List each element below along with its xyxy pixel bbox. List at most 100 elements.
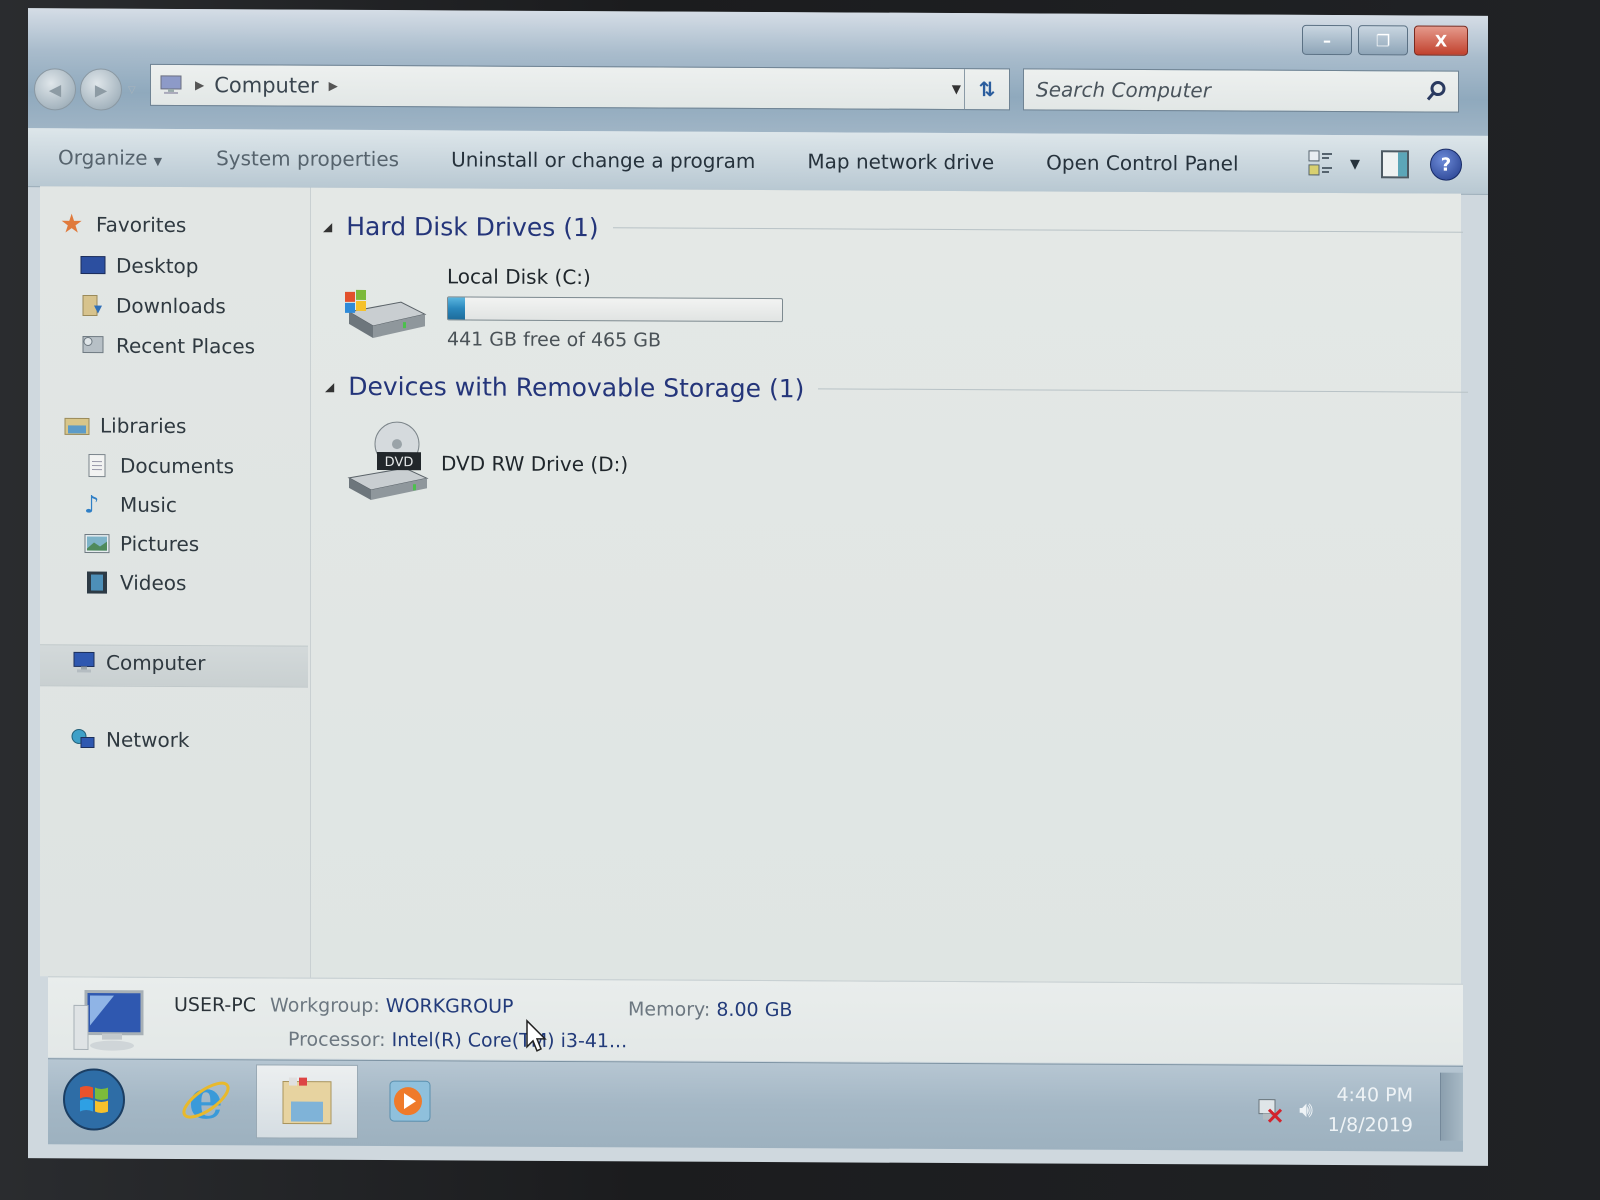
recent-places-icon	[82, 335, 104, 354]
details-pane: USER-PC Workgroup: WORKGROUP Memory: 8.0…	[48, 976, 1463, 1065]
start-button[interactable]	[56, 1063, 132, 1135]
dvd-drive-icon: DVD	[347, 421, 429, 500]
sidebar-item-favorites[interactable]: ★ Favorites	[60, 209, 186, 239]
group-header-removable-storage[interactable]: ◢ Devices with Removable Storage (1)	[325, 372, 1469, 407]
taskbar-windows-explorer[interactable]	[256, 1064, 358, 1139]
screen: – ❐ X ◀ ▶ ▽ ▶ Computer ▶ ▼ ⇅ Search Comp…	[28, 8, 1488, 1166]
search-box[interactable]	[1023, 68, 1459, 113]
mouse-cursor-icon	[526, 1018, 547, 1052]
navigation-pane: ★ Favorites Desktop Downloads Recent Pla…	[40, 186, 311, 978]
pictures-label: Pictures	[120, 531, 200, 557]
taskbar-media-player[interactable]	[370, 1065, 450, 1137]
group-header-hard-disk-drives[interactable]: ◢ Hard Disk Drives (1)	[323, 212, 1463, 247]
sidebar-item-recent-places[interactable]: Recent Places	[80, 333, 255, 358]
videos-label: Videos	[120, 570, 187, 596]
sidebar-item-desktop[interactable]: Desktop	[80, 253, 198, 278]
command-bar: Organize ▼ System properties Uninstall or…	[28, 128, 1488, 195]
view-options-icon	[1308, 150, 1332, 176]
sidebar-item-pictures[interactable]: Pictures	[84, 531, 199, 556]
documents-label: Documents	[120, 453, 235, 479]
drive-dvd-rw-d[interactable]: DVD DVD RW Drive (D:)	[343, 418, 628, 509]
sidebar-item-videos[interactable]: Videos	[84, 570, 186, 595]
documents-icon	[88, 453, 106, 478]
workgroup-label: Workgroup:	[270, 994, 380, 1018]
clock[interactable]: 4:40 PM 1/8/2019	[1328, 1080, 1413, 1140]
show-desktop-button[interactable]	[1440, 1072, 1463, 1141]
drive-name: DVD RW Drive (D:)	[441, 451, 629, 477]
disk-usage-bar	[447, 296, 783, 323]
recent-places-label: Recent Places	[116, 333, 256, 359]
breadcrumb-computer[interactable]: Computer	[214, 73, 318, 98]
address-bar[interactable]: ▶ Computer ▶ ▼ ⇅	[150, 63, 1010, 111]
forward-button[interactable]: ▶	[80, 68, 122, 111]
content-pane: ◢ Hard Disk Drives (1) Local Disk (C:) 4…	[311, 187, 1469, 984]
drive-name: Local Disk (C:)	[447, 264, 591, 290]
close-button[interactable]: X	[1414, 25, 1468, 56]
sidebar-item-computer[interactable]: Computer	[70, 650, 205, 675]
sidebar-item-libraries[interactable]: Libraries	[64, 413, 186, 438]
recent-pages-dropdown[interactable]: ▽	[128, 84, 136, 95]
windows-logo-icon	[63, 1068, 125, 1131]
group-divider	[818, 388, 1469, 393]
navigation-buttons: ◀ ▶ ▽	[34, 68, 136, 111]
workgroup-value: WORKGROUP	[385, 995, 514, 1018]
memory-label: Memory:	[628, 998, 711, 1021]
organize-label: Organize	[58, 145, 148, 170]
downloads-icon	[82, 294, 102, 317]
clock-time: 4:40 PM	[1336, 1084, 1413, 1107]
processor-label: Processor:	[288, 1028, 386, 1052]
preview-pane-icon[interactable]	[1380, 149, 1410, 179]
libraries-icon	[64, 417, 90, 435]
search-input[interactable]	[1024, 76, 1422, 105]
dvd-badge: DVD	[385, 455, 414, 470]
system-properties-button[interactable]: System properties	[200, 146, 415, 171]
collapse-triangle-icon[interactable]: ◢	[325, 379, 334, 393]
sidebar-item-music[interactable]: ♪ Music	[84, 490, 177, 519]
computer-icon	[160, 75, 182, 94]
back-arrow-icon: ◀	[48, 79, 62, 99]
map-network-drive-button[interactable]: Map network drive	[791, 149, 1010, 174]
media-player-icon	[389, 1080, 431, 1122]
memory-value: 8.00 GB	[716, 998, 793, 1022]
pictures-icon	[84, 533, 110, 554]
collapse-triangle-icon[interactable]: ◢	[323, 219, 332, 233]
forward-arrow-icon: ▶	[94, 80, 108, 100]
drive-local-disk-c[interactable]: Local Disk (C:) 441 GB free of 465 GB	[341, 264, 783, 352]
computer-name: USER-PC	[174, 993, 256, 1017]
restore-button[interactable]: ❐	[1358, 25, 1408, 56]
search-icon[interactable]	[1422, 77, 1450, 105]
libraries-label: Libraries	[100, 413, 187, 439]
address-dropdown-icon[interactable]: ▼	[952, 69, 961, 109]
uninstall-program-button[interactable]: Uninstall or change a program	[435, 147, 771, 173]
refresh-icon[interactable]: ⇅	[964, 69, 1009, 110]
organize-button[interactable]: Organize ▼	[42, 145, 178, 170]
chevron-down-icon: ▼	[1350, 156, 1360, 172]
taskbar: e 🔊︎ 4:40 PM 1/8/2019	[48, 1058, 1463, 1152]
back-button[interactable]: ◀	[34, 68, 76, 111]
videos-icon	[87, 571, 107, 594]
group-label: Hard Disk Drives (1)	[346, 211, 599, 243]
hard-drive-icon	[345, 289, 427, 338]
title-bar: – ❐ X ◀ ▶ ▽ ▶ Computer ▶ ▼ ⇅	[28, 8, 1488, 136]
breadcrumb-separator-icon[interactable]: ▶	[329, 79, 338, 93]
system-tray: 🔊︎	[1255, 1096, 1313, 1124]
group-divider	[612, 227, 1463, 233]
change-view-button[interactable]: ▼	[1308, 149, 1360, 179]
chevron-down-icon: ▼	[153, 154, 163, 168]
computer-icon	[73, 651, 95, 673]
downloads-label: Downloads	[116, 293, 226, 319]
clock-date: 1/8/2019	[1327, 1113, 1413, 1137]
breadcrumb-separator-icon[interactable]: ▶	[195, 78, 204, 92]
volume-icon[interactable]: 🔊︎	[1299, 1097, 1313, 1122]
music-icon: ♪	[84, 490, 100, 519]
taskbar-internet-explorer[interactable]: e	[164, 1064, 248, 1136]
desktop-label: Desktop	[116, 253, 199, 279]
help-icon[interactable]: ?	[1430, 148, 1462, 181]
open-control-panel-button[interactable]: Open Control Panel	[1030, 150, 1254, 176]
minimize-button[interactable]: –	[1302, 24, 1352, 56]
sidebar-item-network[interactable]: Network	[70, 727, 190, 752]
sidebar-item-documents[interactable]: Documents	[84, 453, 234, 478]
sidebar-item-downloads[interactable]: Downloads	[80, 293, 226, 318]
network-disconnected-icon[interactable]	[1255, 1096, 1283, 1124]
computer-label: Computer	[106, 650, 206, 676]
